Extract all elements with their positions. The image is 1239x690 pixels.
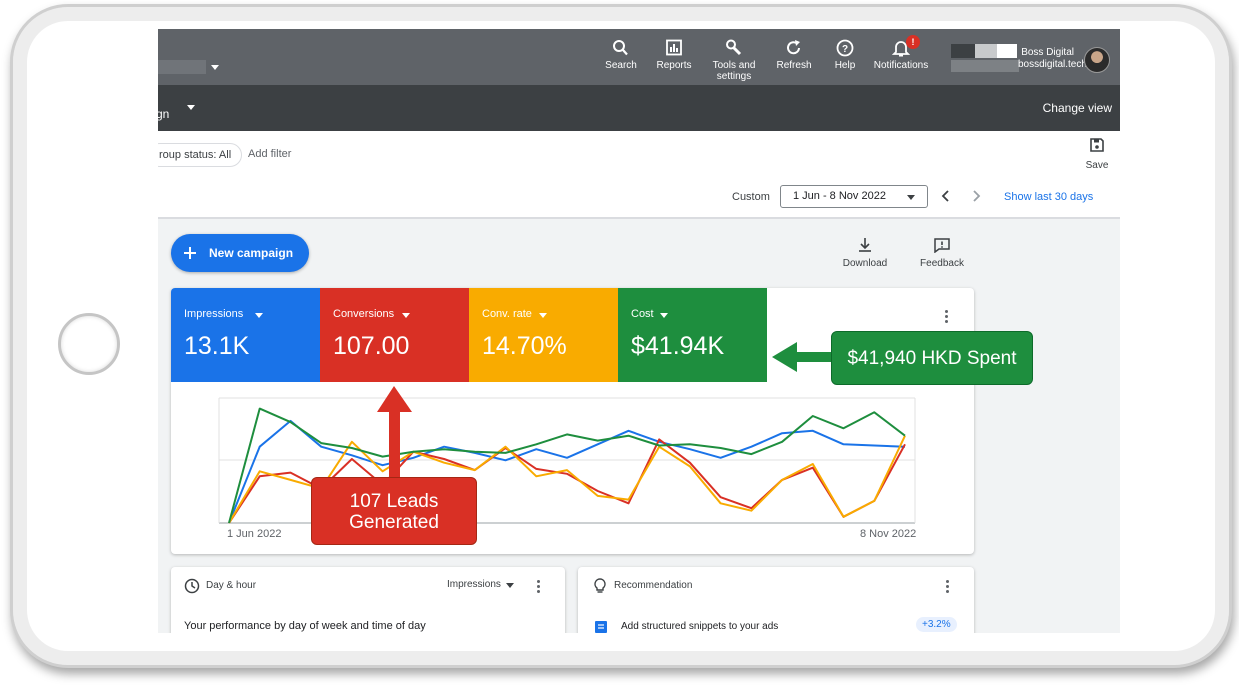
annotation-arrows (377, 342, 832, 477)
cost-callout: $41,940 HKD Spent (831, 331, 1033, 385)
red-arrow-icon (377, 386, 412, 477)
leads-callout-line1: 107 Leads (349, 491, 439, 512)
leads-callout-line2: Generated (349, 512, 439, 533)
green-arrow-icon (772, 342, 832, 372)
leads-callout: 107 Leads Generated (311, 477, 477, 545)
